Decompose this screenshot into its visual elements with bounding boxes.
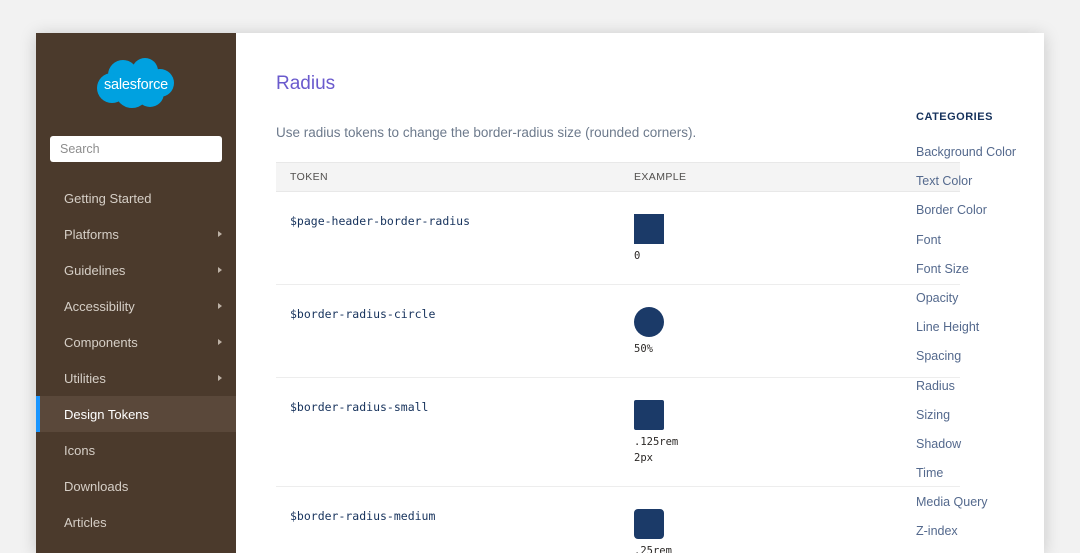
sidebar-item-downloads[interactable]: Downloads xyxy=(36,468,236,504)
token-cell: $border-radius-circle xyxy=(276,284,620,379)
category-item-background-color[interactable]: Background Color xyxy=(916,145,1044,159)
token-name: $border-radius-small xyxy=(290,400,429,415)
token-name: $border-radius-medium xyxy=(290,508,436,523)
sidebar-item-accessibility[interactable]: Accessibility xyxy=(36,288,236,324)
chevron-right-icon xyxy=(218,231,222,237)
sidebar: salesforce Getting Started Platforms Guide… xyxy=(36,33,236,553)
sidebar-item-label: Accessibility xyxy=(64,298,135,314)
chevron-right-icon xyxy=(218,375,222,381)
token-cell: $page-header-border-radius xyxy=(276,191,620,286)
sidebar-item-components[interactable]: Components xyxy=(36,324,236,360)
salesforce-cloud-logo: salesforce xyxy=(90,55,182,115)
sidebar-item-utilities[interactable]: Utilities xyxy=(36,360,236,396)
brand-logo[interactable]: salesforce xyxy=(36,33,236,136)
table-row: $border-radius-circle 50% xyxy=(276,284,960,379)
page-description: Use radius tokens to change the border-r… xyxy=(276,125,697,140)
token-cell: $border-radius-small xyxy=(276,377,620,487)
category-item-spacing[interactable]: Spacing xyxy=(916,349,1044,363)
table-row: $border-radius-medium.25rem4px xyxy=(276,486,960,553)
main-content: Radius Use radius tokens to change the b… xyxy=(236,33,1044,553)
sidebar-item-label: Design Tokens xyxy=(64,406,150,422)
column-header-token: TOKEN xyxy=(276,162,620,192)
sidebar-item-label: Guidelines xyxy=(64,262,126,278)
category-item-line-height[interactable]: Line Height xyxy=(916,320,1044,334)
category-item-text-color[interactable]: Text Color xyxy=(916,174,1044,188)
radius-swatch xyxy=(634,400,664,431)
category-item-z-index[interactable]: Z-index xyxy=(916,524,1044,538)
sidebar-item-faq[interactable]: FAQ xyxy=(36,540,236,553)
brand-wordmark: salesforce xyxy=(103,76,169,93)
radius-swatch xyxy=(634,214,664,244)
category-item-shadow[interactable]: Shadow xyxy=(916,437,1044,451)
sidebar-item-getting-started[interactable]: Getting Started xyxy=(36,180,236,216)
table-header: TOKEN EXAMPLE xyxy=(276,162,960,192)
table-header-row: TOKEN EXAMPLE xyxy=(276,162,960,192)
sidebar-item-articles[interactable]: Articles xyxy=(36,504,236,540)
chevron-right-icon xyxy=(218,339,222,345)
sidebar-item-label: Getting Started xyxy=(64,190,152,206)
radius-swatch xyxy=(634,508,664,539)
chevron-right-icon xyxy=(218,267,222,273)
category-item-time[interactable]: Time xyxy=(916,466,1044,480)
sidebar-item-label: Components xyxy=(64,334,138,350)
category-item-opacity[interactable]: Opacity xyxy=(916,291,1044,305)
chevron-right-icon xyxy=(218,303,222,309)
category-item-font-size[interactable]: Font Size xyxy=(916,262,1044,276)
sidebar-item-icons[interactable]: Icons xyxy=(36,432,236,468)
page-title: Radius xyxy=(276,73,336,94)
sidebar-item-design-tokens[interactable]: Design Tokens xyxy=(36,396,236,432)
category-item-sizing[interactable]: Sizing xyxy=(916,408,1044,422)
table-row: $page-header-border-radius 0 xyxy=(276,191,960,286)
app-window: salesforce Getting Started Platforms Guide… xyxy=(36,33,1044,553)
sidebar-item-guidelines[interactable]: Guidelines xyxy=(36,252,236,288)
sidebar-item-label: Platforms xyxy=(64,226,119,242)
table-body: $page-header-border-radius 0 $border-radiu… xyxy=(276,191,960,553)
sidebar-nav: Getting Started Platforms Guidelines Access… xyxy=(36,180,236,553)
token-cell: $border-radius-medium xyxy=(276,486,620,553)
sidebar-item-label: Downloads xyxy=(64,478,129,494)
token-name: $page-header-border-radius xyxy=(290,214,471,228)
content-area: Radius Use radius tokens to change the b… xyxy=(236,33,960,553)
sidebar-item-platforms[interactable]: Platforms xyxy=(36,216,236,252)
token-table: TOKEN EXAMPLE $page-header-border-radius… xyxy=(276,162,960,553)
search-container xyxy=(36,136,236,162)
category-item-radius[interactable]: Radius xyxy=(916,379,1044,393)
sidebar-item-label: Utilities xyxy=(64,370,106,386)
categories-list: Background Color Text Color Border Color Fo… xyxy=(916,145,1044,538)
categories-title: CATEGORIES xyxy=(916,111,993,123)
categories-panel: CATEGORIES Background Color Text Color Bor… xyxy=(904,33,1044,553)
token-name: $border-radius-circle xyxy=(290,307,436,322)
table-row: $border-radius-small .125rem 2px xyxy=(276,377,960,487)
search-input[interactable] xyxy=(50,136,222,162)
radius-swatch xyxy=(634,307,664,338)
sidebar-item-label: Icons xyxy=(64,442,96,458)
category-item-font[interactable]: Font xyxy=(916,233,1044,247)
category-item-border-color[interactable]: Border Color xyxy=(916,203,1044,217)
sidebar-item-label: Articles xyxy=(64,514,107,530)
category-item-media-query[interactable]: Media Query xyxy=(916,495,1044,509)
